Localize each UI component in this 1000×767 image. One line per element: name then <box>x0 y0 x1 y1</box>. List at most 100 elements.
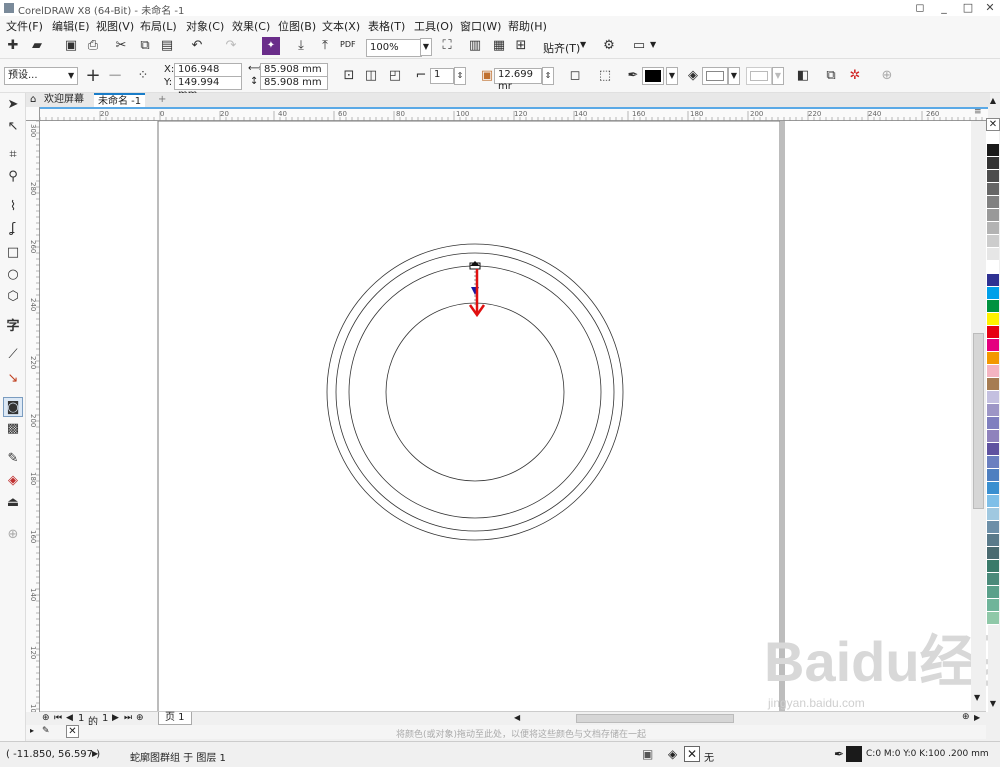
zoom-to-page-icon[interactable]: ⊕ <box>962 712 970 722</box>
palette-swatch[interactable] <box>987 586 999 599</box>
full-screen-icon[interactable]: ⛶ <box>438 37 456 55</box>
contour-center-icon[interactable]: ⊡ <box>340 67 358 85</box>
undo-icon[interactable]: ↶ <box>188 37 206 55</box>
palette-scroll-up[interactable]: ▲ <box>986 96 1000 108</box>
menu-tools[interactable]: 工具(O) <box>414 18 453 34</box>
options-gear-icon[interactable]: ⚙ <box>600 37 618 55</box>
palette-swatch[interactable] <box>987 508 999 521</box>
palette-swatch[interactable] <box>987 469 999 482</box>
clear-contour-icon[interactable]: ✲ <box>846 67 864 85</box>
import-icon[interactable]: ⤓ <box>292 37 310 55</box>
page-tab-1[interactable]: 页 1 <box>158 712 192 725</box>
next-page-icon[interactable]: ▶ <box>112 713 119 723</box>
fill-none-swatch[interactable]: ✕ <box>684 746 700 762</box>
remove-preset-icon[interactable]: − <box>106 67 124 85</box>
snap-to-menu[interactable]: 贴齐(T) <box>543 40 580 56</box>
menu-object[interactable]: 对象(C) <box>186 18 224 34</box>
contour-tool-icon[interactable]: ◙ <box>3 397 23 417</box>
palette-swatch[interactable] <box>987 274 999 287</box>
palette-swatch[interactable] <box>987 417 999 430</box>
outline-color-status-swatch[interactable] <box>846 746 862 762</box>
redo-icon[interactable]: ↷ <box>222 37 240 55</box>
cut-icon[interactable]: ✂ <box>112 37 130 55</box>
palette-swatch[interactable] <box>987 547 999 560</box>
menu-table[interactable]: 表格(T) <box>368 18 405 34</box>
launcher-dropdown-icon[interactable]: ▼ <box>650 40 656 49</box>
outline-color-swatch[interactable] <box>642 67 664 85</box>
menu-help[interactable]: 帮助(H) <box>508 18 547 34</box>
application-launcher-icon[interactable]: ▭ <box>630 37 648 55</box>
contour-outside-icon[interactable]: ◰ <box>386 67 404 85</box>
palette-swatch[interactable] <box>987 183 999 196</box>
horizontal-scroll-thumb[interactable] <box>576 714 734 723</box>
save-icon[interactable]: ▣ <box>62 37 80 55</box>
connector-tool-icon[interactable]: ↘ <box>3 369 23 389</box>
help-window-icon[interactable]: ◻ <box>908 0 932 16</box>
no-color-swatch[interactable]: ✕ <box>986 118 1000 131</box>
menu-file[interactable]: 文件(F) <box>6 18 43 34</box>
add-property-icon[interactable]: ⊕ <box>878 67 896 85</box>
color-proof-icon[interactable]: ▣ <box>642 747 653 761</box>
palette-swatch[interactable] <box>987 131 999 144</box>
freehand-tool-icon[interactable]: ⌇ <box>3 197 23 217</box>
contour-inside-icon[interactable]: ◫ <box>362 67 380 85</box>
menu-window[interactable]: 窗口(W) <box>460 18 501 34</box>
palette-swatch[interactable] <box>987 313 999 326</box>
horizontal-ruler[interactable]: 20 0 20 40 60 80 100 120 140 160 180 200 220 240 260 ≡ <box>40 107 988 121</box>
steps-spinner[interactable]: ⇕ <box>454 67 466 85</box>
smart-fill-icon[interactable]: ⏏ <box>3 493 23 513</box>
palette-swatch[interactable] <box>987 352 999 365</box>
palette-swatch[interactable] <box>987 534 999 547</box>
palette-swatch[interactable] <box>987 495 999 508</box>
ruler-origin-corner[interactable] <box>26 107 40 121</box>
palette-swatch[interactable] <box>987 482 999 495</box>
palette-swatch[interactable] <box>987 339 999 352</box>
palette-swatch[interactable] <box>987 443 999 456</box>
snap-dropdown-icon[interactable]: ▼ <box>580 40 586 49</box>
open-icon[interactable]: ▰ <box>28 37 46 55</box>
zoom-dropdown-button[interactable]: ▼ <box>420 38 432 56</box>
palette-swatch[interactable] <box>987 222 999 235</box>
eyedropper-tool-icon[interactable]: ✎ <box>3 449 23 469</box>
new-document-icon[interactable]: ✚ <box>4 37 22 55</box>
x-position-field[interactable]: 106.948 mm <box>174 63 242 87</box>
contour-steps-field[interactable]: 1 <box>430 68 454 84</box>
palette-swatch[interactable] <box>987 300 999 313</box>
parallel-dimension-icon[interactable]: ⟋ <box>3 345 23 365</box>
menu-layout[interactable]: 布局(L) <box>140 18 177 34</box>
status-expand-icon[interactable]: ▶ <box>92 749 98 758</box>
preset-dropdown-icon[interactable]: ▼ <box>68 71 74 80</box>
palette-swatch[interactable] <box>987 456 999 469</box>
width-field[interactable]: 85.908 mm <box>260 63 328 77</box>
show-grid-icon[interactable]: ▦ <box>490 37 508 55</box>
tab-document[interactable]: 未命名 -1 <box>94 93 146 107</box>
add-tab-button[interactable]: + <box>154 93 170 107</box>
palette-swatch[interactable] <box>987 560 999 573</box>
palette-swatch[interactable] <box>987 573 999 586</box>
scroll-left-arrow[interactable]: ◀ <box>514 713 520 722</box>
publish-pdf-button[interactable]: PDF <box>340 40 356 49</box>
crop-tool-icon[interactable]: ⌗ <box>3 145 23 165</box>
add-preset-icon[interactable]: + <box>84 67 102 85</box>
search-content-icon[interactable]: ✦ <box>262 37 280 55</box>
palette-swatch[interactable] <box>987 365 999 378</box>
rectangle-tool-icon[interactable]: □ <box>3 243 23 263</box>
copy-icon[interactable]: ⧉ <box>136 37 154 55</box>
y-position-field[interactable]: 149.994 mm <box>174 76 242 100</box>
fill-color-swatch[interactable] <box>702 67 728 85</box>
palette-swatch[interactable] <box>987 612 999 625</box>
contour-corners-icon[interactable]: ◻ <box>566 67 584 85</box>
zoom-tool-icon[interactable]: ⚲ <box>3 167 23 187</box>
palette-swatch[interactable] <box>987 157 999 170</box>
interactive-fill-icon[interactable]: ◈ <box>3 471 23 491</box>
vertical-scroll-thumb[interactable] <box>973 333 984 509</box>
contour-color-direction-icon[interactable]: ⬚ <box>596 67 614 85</box>
menu-text[interactable]: 文本(X) <box>322 18 360 34</box>
export-icon[interactable]: ⤒ <box>316 37 334 55</box>
maximize-button[interactable]: □ <box>956 0 980 16</box>
artistic-media-icon[interactable]: ʆ <box>3 219 23 239</box>
palette-swatch[interactable] <box>987 378 999 391</box>
doc-palette-none-swatch[interactable]: ✕ <box>66 725 79 738</box>
close-button[interactable]: ✕ <box>978 0 1000 16</box>
end-color-swatch[interactable] <box>746 67 772 85</box>
